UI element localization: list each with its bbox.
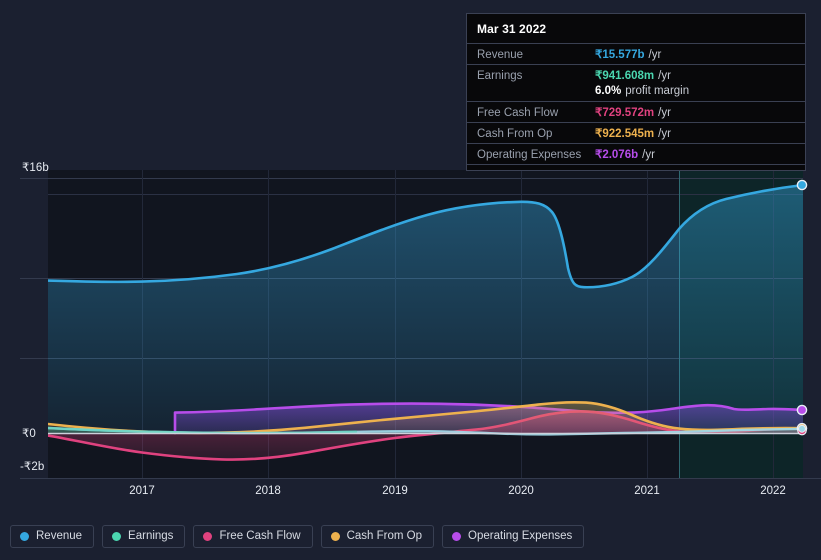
legend-dot-revenue-icon: [20, 531, 29, 541]
legend-item-cash-from-op[interactable]: Cash From Op: [320, 524, 435, 548]
tooltip-value-revenue: ₹15.577b: [595, 49, 645, 61]
tooltip-row-profit-margin: 6.0% profit margin: [467, 85, 805, 101]
financial-chart: ₹16b ₹0 -₹2b 2017 2018 2019 2020 2021 20…: [0, 0, 821, 560]
y-axis-label-16b: ₹16b: [22, 162, 49, 174]
tooltip-row-free-cash-flow: Free Cash Flow ₹729.572m /yr: [467, 101, 805, 122]
tooltip-unit-earnings: /yr: [658, 70, 671, 82]
legend-item-revenue[interactable]: Revenue: [10, 524, 95, 548]
legend-item-operating-expenses[interactable]: Operating Expenses: [442, 524, 585, 548]
legend-dot-free-cash-flow-icon: [203, 531, 213, 541]
legend-item-earnings[interactable]: Earnings: [102, 524, 186, 548]
tooltip-value-cash-from-op: ₹922.545m: [595, 128, 655, 140]
y-axis-label-0: ₹0: [22, 428, 36, 440]
tooltip-label-cash-from-op: Cash From Op: [477, 128, 553, 140]
tooltip-unit-revenue: /yr: [648, 49, 662, 61]
tooltip-unit-operating-expenses: /yr: [642, 149, 655, 161]
x-axis-label-2021: 2021: [634, 485, 660, 497]
y-axis-label-neg2b: -₹2b: [20, 461, 45, 473]
tooltip-row-operating-expenses: Operating Expenses ₹2.076b /yr: [467, 143, 805, 164]
endpoint-operating-expenses: [796, 404, 808, 416]
legend-dot-earnings-icon: [112, 531, 122, 541]
tooltip-row-cash-from-op: Cash From Op ₹922.545m /yr: [467, 122, 805, 143]
tooltip-label-earnings: Earnings: [477, 70, 523, 82]
tooltip-value-profit-margin: 6.0%: [595, 85, 622, 97]
tooltip-unit-free-cash-flow: /yr: [658, 107, 671, 119]
legend-label-operating-expenses: Operating Expenses: [468, 529, 573, 542]
tooltip-unit-cash-from-op: /yr: [658, 128, 671, 140]
x-axis-label-2018: 2018: [255, 485, 281, 497]
legend-dot-operating-expenses-icon: [452, 531, 462, 541]
tooltip-value-operating-expenses: ₹2.076b: [595, 149, 639, 161]
legend-label-cash-from-op: Cash From Op: [346, 529, 423, 542]
tooltip-date: Mar 31 2022: [477, 22, 547, 36]
x-axis-label-2017: 2017: [129, 485, 155, 497]
tooltip-label-operating-expenses: Operating Expenses: [477, 149, 582, 161]
legend-item-free-cash-flow[interactable]: Free Cash Flow: [193, 524, 313, 548]
x-axis-label-2019: 2019: [382, 485, 408, 497]
tooltip-label-free-cash-flow: Free Cash Flow: [477, 107, 559, 119]
x-axis-label-2020: 2020: [508, 485, 534, 497]
legend-label-earnings: Earnings: [128, 529, 174, 542]
tooltip-row-revenue: Revenue ₹15.577b /yr: [467, 43, 805, 64]
legend-dot-cash-from-op-icon: [330, 531, 340, 541]
tooltip-value-free-cash-flow: ₹729.572m: [595, 107, 655, 119]
tooltip-label-revenue: Revenue: [477, 49, 524, 61]
tooltip-row-earnings: Earnings ₹941.608m /yr: [467, 64, 805, 85]
x-axis-label-2022: 2022: [760, 485, 786, 497]
legend-label-revenue: Revenue: [36, 529, 83, 542]
legend-label-free-cash-flow: Free Cash Flow: [219, 529, 301, 542]
endpoint-revenue: [796, 179, 808, 191]
tooltip-label-profit-margin: profit margin: [625, 85, 690, 97]
tooltip-value-earnings: ₹941.608m: [595, 70, 655, 82]
chart-legend: Revenue Earnings Free Cash Flow Cash Fro…: [10, 524, 585, 548]
tooltip-footer-divider: [467, 164, 805, 170]
endpoint-earnings: [798, 424, 806, 433]
chart-tooltip: Mar 31 2022 Revenue ₹15.577b /yr Earning…: [466, 13, 806, 171]
